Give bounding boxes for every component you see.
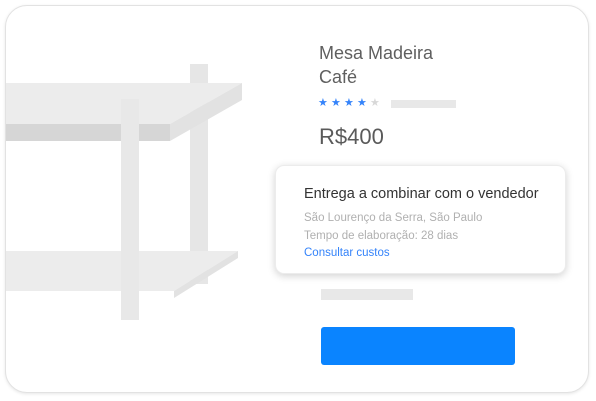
product-price: R$400 — [319, 124, 384, 149]
seller-location: São Lourenço da Serra, São Paulo — [304, 212, 483, 224]
star-empty-icon: ★ — [370, 97, 380, 109]
rating-stars: ★ ★ ★ ★ ★ — [318, 98, 381, 109]
product-title-line1: Mesa Madeira — [319, 43, 434, 63]
shipping-popup: Entrega a combinar com o vendedor São Lo… — [275, 165, 566, 274]
check-costs-link[interactable]: Consultar custos — [304, 247, 390, 259]
star-filled-icon: ★ — [318, 97, 328, 109]
shipping-title: Entrega a combinar com o vendedor — [304, 186, 539, 202]
star-filled-icon: ★ — [344, 97, 354, 109]
product-title: Mesa Madeira Café — [319, 41, 519, 89]
text-placeholder — [321, 289, 413, 300]
buy-button[interactable] — [321, 327, 515, 365]
product-title-line2: Café — [319, 67, 358, 87]
star-filled-icon: ★ — [357, 97, 367, 109]
preparation-time: Tempo de elaboração: 28 dias — [304, 230, 459, 242]
table-image — [6, 64, 242, 320]
star-filled-icon: ★ — [331, 97, 341, 109]
product-card: Mesa Madeira Café ★ ★ ★ ★ ★ R$400 Entreg… — [5, 5, 589, 393]
reviews-count-placeholder — [391, 100, 456, 108]
